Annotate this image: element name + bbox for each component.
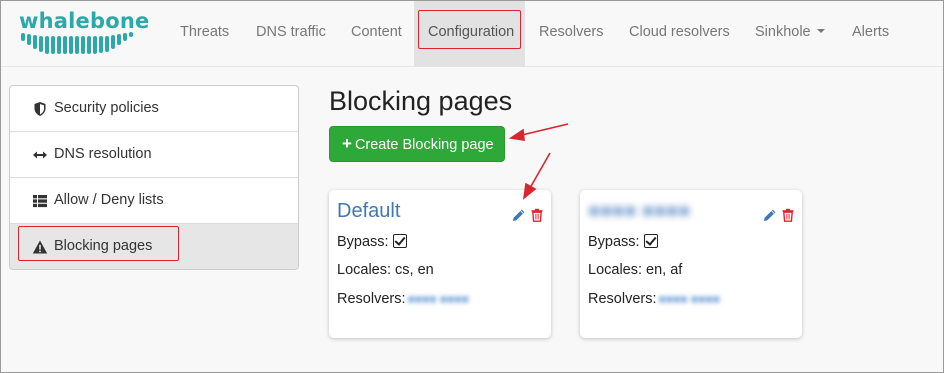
sidebar-item-label: Security policies xyxy=(54,100,159,116)
highlight-box-blocking-pages xyxy=(18,226,179,261)
edit-pencil-icon[interactable] xyxy=(512,208,526,222)
sidebar-item-label: DNS resolution xyxy=(54,146,152,162)
nav-dns-traffic[interactable]: DNS traffic xyxy=(256,1,326,67)
sidebar-item-label: Allow / Deny lists xyxy=(54,192,164,208)
resolvers-row: Resolvers: ■■■■ ■■■■ xyxy=(337,291,469,307)
bypass-check-icon xyxy=(643,233,658,248)
shield-icon xyxy=(34,102,46,116)
locales-label: Locales: xyxy=(588,262,643,278)
resolvers-value-redacted[interactable]: ■■■■ ■■■■ xyxy=(408,292,469,306)
logo-text: whalebone xyxy=(19,9,150,33)
nav-threats[interactable]: Threats xyxy=(180,1,229,67)
delete-trash-icon[interactable] xyxy=(781,208,795,222)
bypass-label: Bypass: xyxy=(588,234,640,250)
bypass-row: Bypass: xyxy=(337,233,407,250)
bypass-label: Bypass: xyxy=(337,234,389,250)
blocking-page-card: ■■■■ ■■■■ Bypass: Locales: en, af Resolv… xyxy=(580,190,802,338)
resolvers-value-redacted[interactable]: ■■■■ ■■■■ xyxy=(659,292,720,306)
card-title-link[interactable]: Default xyxy=(337,200,400,223)
locales-row: Locales: en, af xyxy=(588,262,682,278)
nav-sinkhole-dropdown[interactable]: Sinkhole xyxy=(755,1,825,67)
locales-row: Locales: cs, en xyxy=(337,262,434,278)
delete-trash-icon[interactable] xyxy=(530,208,544,222)
nav-cloud-resolvers[interactable]: Cloud resolvers xyxy=(629,1,730,67)
caret-down-icon xyxy=(816,29,825,34)
edit-pencil-icon[interactable] xyxy=(763,208,777,222)
create-button-label: Create Blocking page xyxy=(354,137,494,153)
page-title: Blocking pages xyxy=(329,86,513,116)
bypass-check-icon xyxy=(392,233,407,248)
create-blocking-page-button[interactable]: + Create Blocking page xyxy=(329,126,505,162)
nav-alerts[interactable]: Alerts xyxy=(852,1,889,67)
resolvers-label: Resolvers: xyxy=(588,291,657,307)
locales-label: Locales: xyxy=(337,262,392,278)
card-title-link-redacted[interactable]: ■■■■ ■■■■ xyxy=(588,200,690,223)
resolvers-row: Resolvers: ■■■■ ■■■■ xyxy=(588,291,720,307)
sidebar-item-dns-resolution[interactable]: DNS resolution xyxy=(10,132,298,178)
blocking-page-card: Default Bypass: Locales: cs, en Resolver… xyxy=(329,190,551,338)
arrows-horizontal-icon xyxy=(33,151,47,159)
whalebone-logo[interactable]: whalebone xyxy=(19,9,150,56)
logo-wave-icon xyxy=(21,32,133,54)
bypass-row: Bypass: xyxy=(588,233,658,250)
nav-content[interactable]: Content xyxy=(351,1,402,67)
list-icon xyxy=(33,195,47,208)
sidebar-item-allow-deny-lists[interactable]: Allow / Deny lists xyxy=(10,178,298,224)
sidebar-item-security-policies[interactable]: Security policies xyxy=(10,86,298,132)
resolvers-label: Resolvers: xyxy=(337,291,406,307)
nav-resolvers[interactable]: Resolvers xyxy=(539,1,603,67)
locales-value: en, af xyxy=(646,262,683,278)
locales-value: cs, en xyxy=(395,262,434,278)
plus-icon: + xyxy=(342,134,352,153)
